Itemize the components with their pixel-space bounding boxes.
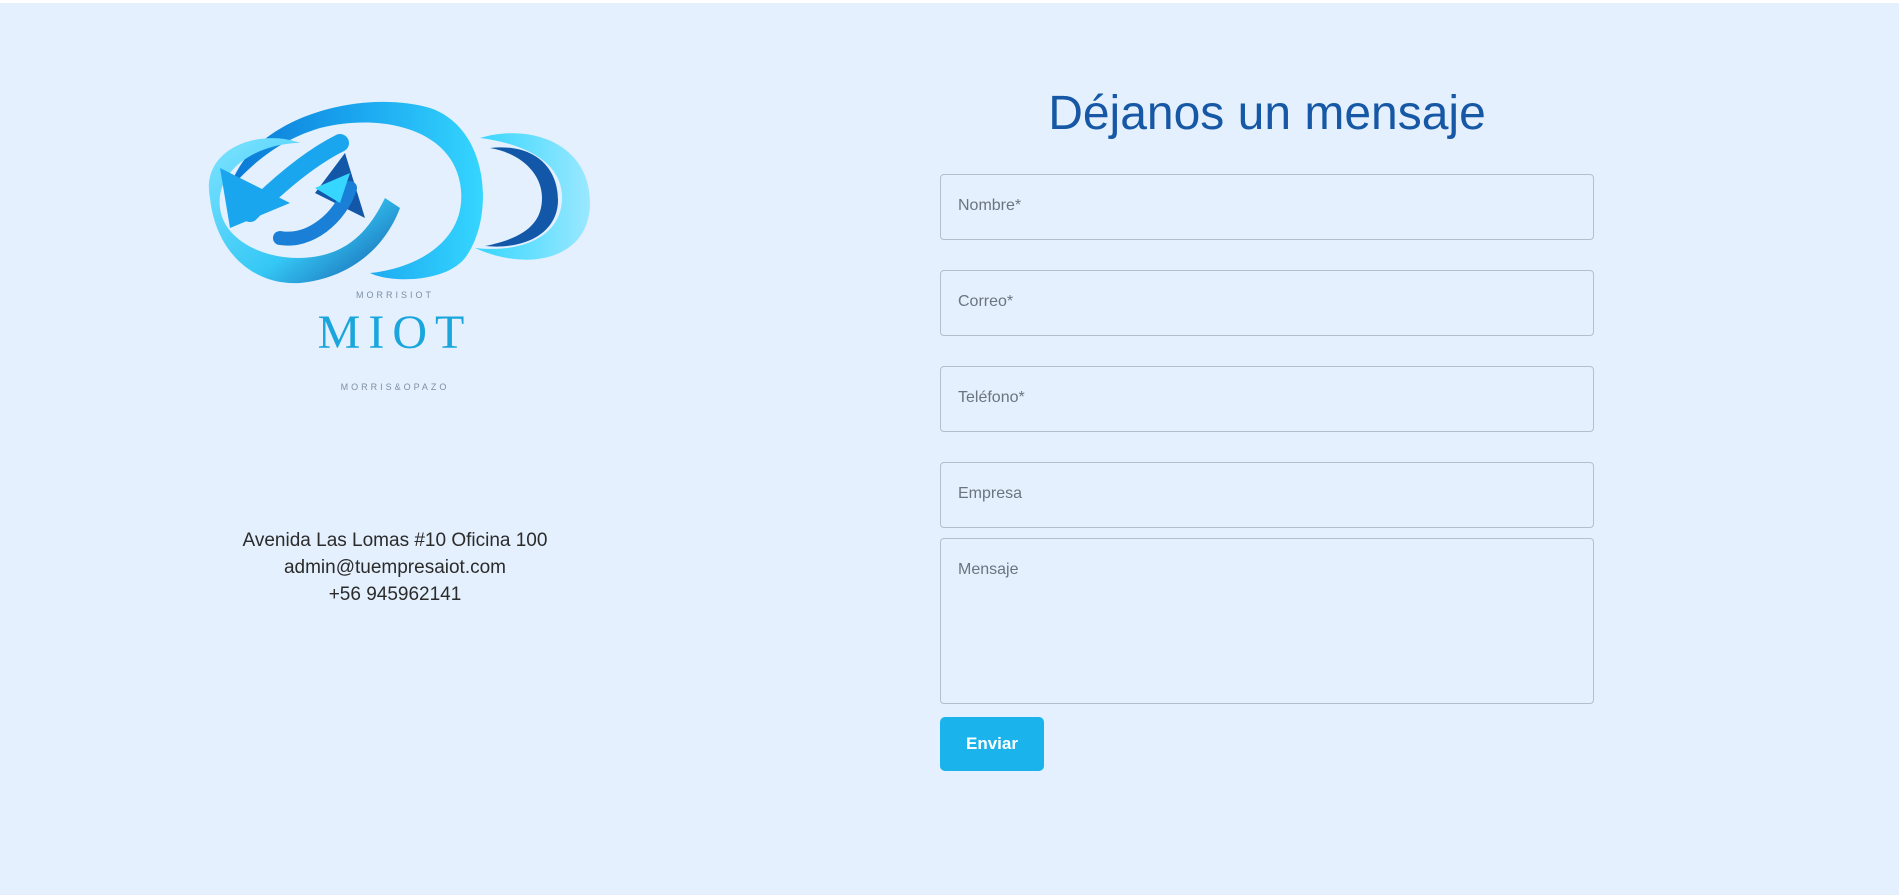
form-title: Déjanos un mensaje: [1048, 87, 1486, 140]
correo-input[interactable]: Correo*: [940, 270, 1594, 336]
empresa-placeholder: Empresa: [958, 485, 1023, 502]
correo-placeholder: Correo*: [958, 293, 1014, 310]
mensaje-textarea[interactable]: Mensaje: [940, 538, 1594, 704]
contact-info: Avenida Las Lomas #10 Oficina 100 admin@…: [190, 527, 600, 608]
mensaje-placeholder: Mensaje: [958, 561, 1019, 578]
empresa-input[interactable]: Empresa: [940, 462, 1594, 528]
telefono-input[interactable]: Teléfono*: [940, 366, 1594, 432]
cloud-arrows-icon: [208, 101, 590, 284]
company-logo: MORRISIOT MIOT MORRIS&OPAZO: [190, 88, 600, 398]
telefono-placeholder: Teléfono*: [958, 389, 1025, 406]
nombre-input[interactable]: Nombre*: [940, 174, 1594, 240]
contact-address: Avenida Las Lomas #10 Oficina 100: [242, 530, 548, 551]
brand-tagline-bottom: MORRIS&OPAZO: [340, 382, 450, 392]
nombre-placeholder: Nombre*: [958, 197, 1022, 214]
contact-phone: +56 945962141: [328, 584, 462, 605]
contact-email: admin@tuempresaiot.com: [283, 557, 507, 578]
brand-name: MIOT: [317, 306, 473, 359]
brand-tagline-top: MORRISIOT: [356, 290, 434, 300]
send-button[interactable]: Enviar: [940, 717, 1044, 771]
contact-section: MORRISIOT MIOT MORRIS&OPAZO Avenida Las …: [0, 3, 1899, 895]
